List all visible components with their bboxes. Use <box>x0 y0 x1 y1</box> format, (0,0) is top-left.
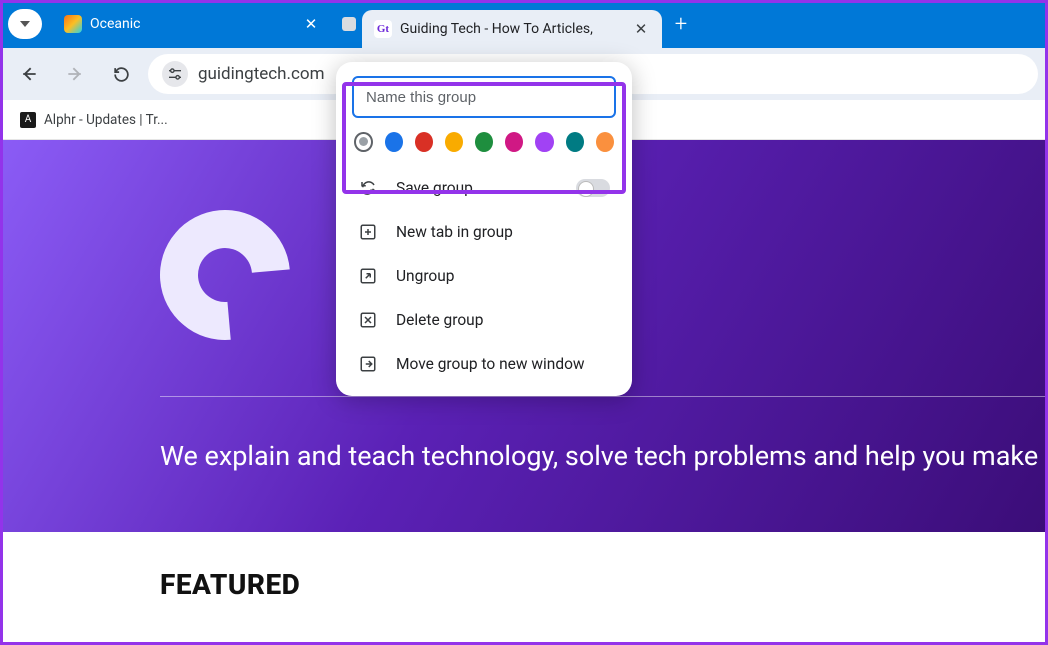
close-icon[interactable]: ✕ <box>302 15 320 33</box>
tab-group-indicator[interactable] <box>342 17 356 31</box>
site-info-button[interactable] <box>162 61 188 87</box>
ungroup-icon <box>358 266 378 286</box>
reload-icon <box>112 65 131 84</box>
color-red[interactable] <box>415 132 433 152</box>
guidingtech-favicon-icon: Gt <box>374 20 392 38</box>
arrow-right-icon <box>65 64 85 84</box>
color-grey[interactable] <box>354 132 373 152</box>
bookmark-label: Alphr - Updates | Tr... <box>44 112 168 128</box>
delete-group-item[interactable]: Delete group <box>336 298 632 342</box>
color-yellow[interactable] <box>445 132 463 152</box>
tune-icon <box>167 67 183 81</box>
reload-button[interactable] <box>102 55 140 93</box>
tab-strip: Oceanic ✕ Gt Guiding Tech - How To Artic… <box>0 0 1048 48</box>
new-tab-in-group-item[interactable]: New tab in group <box>336 210 632 254</box>
divider <box>160 396 1048 397</box>
tab-title: Oceanic <box>90 16 294 32</box>
group-name-input[interactable] <box>352 76 616 118</box>
arrow-left-icon <box>19 64 39 84</box>
menu-label: Move group to new window <box>396 355 585 373</box>
color-pink[interactable] <box>505 132 523 152</box>
ungroup-item[interactable]: Ungroup <box>336 254 632 298</box>
tab-oceanic[interactable]: Oceanic ✕ <box>52 6 332 42</box>
oceanic-favicon-icon <box>64 15 82 33</box>
delete-icon <box>358 310 378 330</box>
bookmark-alphr[interactable]: A Alphr - Updates | Tr... <box>14 108 174 132</box>
site-logo-icon <box>160 210 290 340</box>
tab-guidingtech[interactable]: Gt Guiding Tech - How To Articles, ✕ <box>362 10 662 48</box>
sync-icon <box>358 178 378 198</box>
back-button[interactable] <box>10 55 48 93</box>
new-tab-button[interactable]: + <box>666 9 696 39</box>
alphr-favicon-icon: A <box>20 112 36 128</box>
save-group-toggle[interactable] <box>576 179 610 197</box>
menu-label: Delete group <box>396 311 483 329</box>
move-group-item[interactable]: Move group to new window <box>336 342 632 386</box>
tab-title: Guiding Tech - How To Articles, <box>400 21 624 37</box>
window-menu-button[interactable] <box>8 9 42 39</box>
color-teal[interactable] <box>566 132 584 152</box>
menu-label: Ungroup <box>396 267 455 285</box>
color-blue[interactable] <box>385 132 403 152</box>
color-green[interactable] <box>475 132 493 152</box>
new-tab-icon <box>358 222 378 242</box>
move-window-icon <box>358 354 378 374</box>
url-text: guidingtech.com <box>198 64 325 84</box>
forward-button[interactable] <box>56 55 94 93</box>
featured-section: FEATURED <box>0 532 1048 637</box>
tab-group-popup: Save group New tab in group Ungroup Dele… <box>336 62 632 396</box>
color-picker-row <box>336 118 632 166</box>
hero-tagline: We explain and teach technology, solve t… <box>160 440 1048 472</box>
featured-heading: FEATURED <box>160 568 888 601</box>
menu-label: Save group <box>396 179 473 197</box>
color-purple[interactable] <box>535 132 553 152</box>
menu-label: New tab in group <box>396 223 513 241</box>
color-orange[interactable] <box>596 132 614 152</box>
save-group-item[interactable]: Save group <box>336 166 632 210</box>
close-icon[interactable]: ✕ <box>632 20 650 38</box>
